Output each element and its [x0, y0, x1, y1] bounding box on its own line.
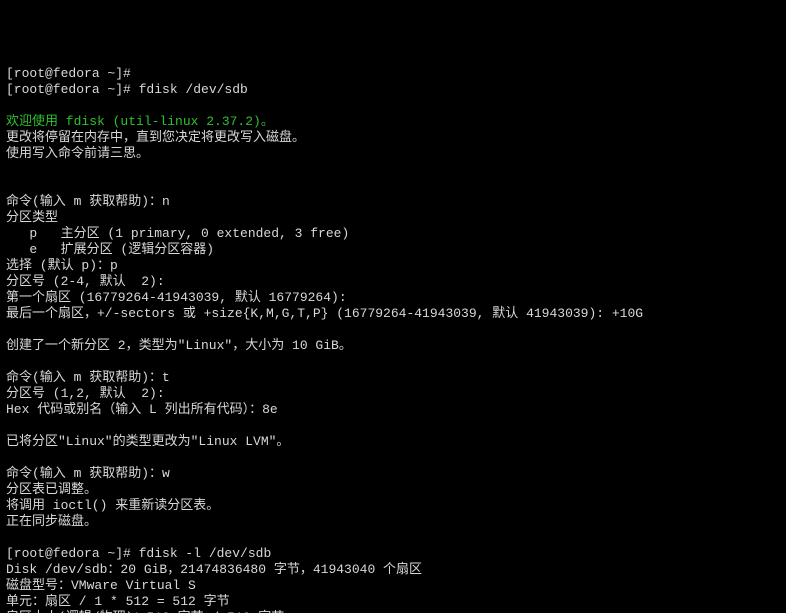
terminal-line: 分区类型: [6, 210, 786, 226]
terminal-line: 最后一个扇区，+/-sectors 或 +size{K,M,G,T,P} (16…: [6, 306, 786, 322]
terminal-line: 正在同步磁盘。: [6, 514, 786, 530]
terminal-line: 分区号 (2-4, 默认 2):: [6, 274, 786, 290]
terminal-line: 使用写入命令前请三思。: [6, 146, 786, 162]
terminal-line: [6, 162, 786, 178]
terminal-line: [6, 530, 786, 546]
terminal-line: 更改将停留在内存中，直到您决定将更改写入磁盘。: [6, 130, 786, 146]
terminal-line: Disk /dev/sdb：20 GiB，21474836480 字节，4194…: [6, 562, 786, 578]
terminal-line: Hex 代码或别名（输入 L 列出所有代码）：8e: [6, 402, 786, 418]
terminal-line: [6, 354, 786, 370]
terminal-line: p 主分区 (1 primary, 0 extended, 3 free): [6, 226, 786, 242]
terminal-line: 命令(输入 m 获取帮助)：n: [6, 194, 786, 210]
terminal-output: [root@fedora ~]#[root@fedora ~]# fdisk /…: [6, 66, 786, 613]
terminal-line: 欢迎使用 fdisk (util-linux 2.37.2)。: [6, 114, 786, 130]
terminal-line: 命令(输入 m 获取帮助)：w: [6, 466, 786, 482]
terminal-line: [root@fedora ~]#: [6, 66, 786, 82]
terminal-line: 分区表已调整。: [6, 482, 786, 498]
terminal-line: 创建了一个新分区 2，类型为"Linux"，大小为 10 GiB。: [6, 338, 786, 354]
terminal-line: [root@fedora ~]# fdisk /dev/sdb: [6, 82, 786, 98]
terminal-line: 第一个扇区 (16779264-41943039, 默认 16779264):: [6, 290, 786, 306]
terminal-line: 分区号 (1,2, 默认 2):: [6, 386, 786, 402]
terminal-line: [6, 98, 786, 114]
terminal-line: [root@fedora ~]# fdisk -l /dev/sdb: [6, 546, 786, 562]
terminal-line: [6, 418, 786, 434]
terminal-line: 将调用 ioctl() 来重新读分区表。: [6, 498, 786, 514]
terminal-line: 磁盘型号：VMware Virtual S: [6, 578, 786, 594]
terminal-line: 选择 (默认 p)：p: [6, 258, 786, 274]
terminal-line: 已将分区"Linux"的类型更改为"Linux LVM"。: [6, 434, 786, 450]
terminal-line: [6, 322, 786, 338]
terminal-line: e 扩展分区 (逻辑分区容器): [6, 242, 786, 258]
terminal-line: [6, 178, 786, 194]
terminal-line: 单元：扇区 / 1 * 512 = 512 字节: [6, 594, 786, 610]
terminal-line: 扇区大小(逻辑/物理)：512 字节 / 512 字节: [6, 610, 786, 613]
terminal-line: [6, 450, 786, 466]
terminal-line: 命令(输入 m 获取帮助)：t: [6, 370, 786, 386]
